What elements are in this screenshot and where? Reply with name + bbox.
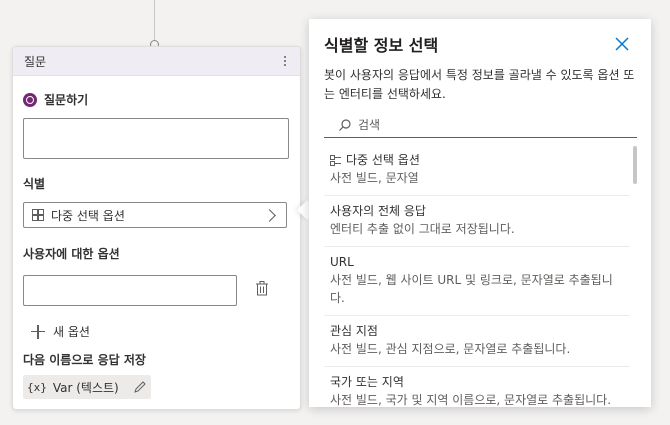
variable-name: Var (텍스트) [52,380,119,395]
list-scrollbar[interactable] [633,146,637,184]
item-title: 다중 선택 옵션 [346,153,420,167]
item-title: 관심 지점 [330,324,378,338]
search-placeholder: 검색 [358,118,381,132]
multiple-choice-icon [32,209,44,221]
user-options-label: 사용자에 대한 옵션 [23,247,120,261]
node-header: 질문 [13,47,300,76]
close-icon[interactable] [614,36,630,52]
list-item-full-response[interactable]: 사용자의 전체 응답 엔터티 추출 없이 그대로 저장됩니다. [324,196,630,247]
identify-selected-value: 다중 선택 옵션 [51,208,125,223]
identify-selector[interactable]: 다중 선택 옵션 [23,202,287,228]
item-desc: 사전 빌드, 웹 사이트 URL 및 링크로, 문자열로 추출됩니다. [330,273,613,305]
more-options-icon[interactable] [278,53,292,69]
search-input[interactable]: 검색 [324,112,637,138]
ask-question-row: 질문하기 [23,91,290,108]
item-desc: 사전 빌드, 국가 및 지역 이름으로, 문자열로 추출됩니다. [330,393,612,407]
item-desc: 사전 빌드, 관심 지점으로, 문자열로 추출됩니다. [330,342,571,356]
question-text-input[interactable] [23,118,289,159]
list-item-point-of-interest[interactable]: 관심 지점 사전 빌드, 관심 지점으로, 문자열로 추출됩니다. [324,316,630,367]
entity-list: 다중 선택 옵션 사전 빌드, 문자열 사용자의 전체 응답 엔터티 추출 없이… [324,145,630,407]
item-desc: 사전 빌드, 문자열 [330,171,419,185]
chevron-right-icon [263,208,276,222]
panel-title: 식별할 정보 선택 [324,36,439,55]
option-input[interactable] [23,275,237,306]
flow-connector-line [154,0,155,44]
search-icon [339,118,351,131]
identify-info-panel: 식별할 정보 선택 봇이 사용자의 응답에서 특정 정보를 골라낼 수 있도록 … [309,19,651,407]
list-item-url[interactable]: URL 사전 빌드, 웹 사이트 URL 및 링크로, 문자열로 추출됩니다. [324,247,630,316]
plus-icon [31,324,45,339]
delete-icon[interactable] [256,281,268,296]
item-desc: 엔터티 추출 없이 그대로 저장됩니다. [330,222,515,236]
list-item-country-region[interactable]: 국가 또는 지역 사전 빌드, 국가 및 지역 이름으로, 문자열로 추출됩니다… [324,367,630,407]
variable-chip[interactable]: {x} Var (텍스트) [23,375,151,399]
new-option-button[interactable]: 새 옵션 [31,323,90,340]
question-node: 질문 질문하기 식별 다중 선택 옵션 사용자에 대한 옵션 새 옵션 다음 이… [12,46,301,410]
node-title: 질문 [24,54,47,69]
variable-icon: {x} [27,380,47,394]
item-title: 사용자의 전체 응답 [330,204,426,218]
pencil-icon[interactable] [133,380,147,394]
item-title: URL [330,255,354,269]
save-response-label: 다음 이름으로 응답 저장 [23,353,146,367]
ask-question-label: 질문하기 [44,93,89,107]
new-option-label: 새 옵션 [53,325,90,339]
question-icon [23,92,37,107]
identify-label: 식별 [23,177,46,191]
list-icon [330,154,341,166]
panel-description: 봇이 사용자의 응답에서 특정 정보를 골라낼 수 있도록 옵션 또는 엔터티를… [324,68,635,101]
list-item-multiple-choice[interactable]: 다중 선택 옵션 사전 빌드, 문자열 [324,145,630,196]
item-title: 국가 또는 지역 [330,375,404,389]
